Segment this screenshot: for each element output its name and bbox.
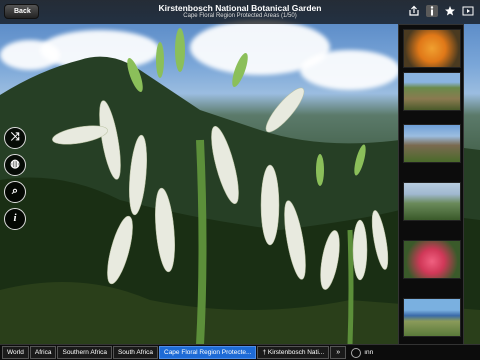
globe-icon[interactable]: ◍ <box>4 154 26 176</box>
thumbnail[interactable] <box>403 29 461 68</box>
share-icon[interactable] <box>408 5 420 17</box>
location-icon <box>351 347 362 358</box>
breadcrumb-world[interactable]: World <box>2 346 29 359</box>
breadcrumb-cape-floral-region[interactable]: Cape Floral Region Protecte... <box>159 346 257 359</box>
thumbnail[interactable] <box>403 72 461 111</box>
breadcrumb-kirstenbosch[interactable]: † Kirstenbosch Nati... <box>257 346 330 359</box>
thumbnail[interactable] <box>403 182 461 221</box>
thumbnail[interactable] <box>403 124 461 163</box>
back-button[interactable]: Back <box>4 4 39 19</box>
info-icon[interactable] <box>426 5 438 17</box>
top-icon-group <box>408 5 474 17</box>
favorite-star-icon[interactable] <box>444 5 456 17</box>
page-subtitle: Cape Floral Region Protected Areas (1/50… <box>183 13 297 19</box>
side-button-group: ⤨ ◍ ⌕ i <box>4 127 26 230</box>
more-breadcrumbs-button[interactable]: » <box>330 346 347 359</box>
breadcrumb-southern-africa[interactable]: Southern Africa <box>57 346 112 359</box>
breadcrumb-africa[interactable]: Africa <box>29 346 57 359</box>
breadcrumb-south-africa[interactable]: South Africa <box>112 346 158 359</box>
thumbnail[interactable] <box>403 240 461 279</box>
flower-stem <box>196 139 207 346</box>
thumbnail-strip[interactable] <box>398 24 464 348</box>
slideshow-icon[interactable] <box>462 5 474 17</box>
top-toolbar: Back Kirstenbosch National Botanical Gar… <box>0 0 480 24</box>
thumbnail[interactable] <box>403 298 461 337</box>
trailing-text: ınn <box>364 349 374 356</box>
page-title: Kirstenbosch National Botanical Garden <box>158 3 322 13</box>
breadcrumb: World Africa Southern Africa South Afric… <box>0 344 480 360</box>
flower-stem <box>347 229 354 346</box>
info-icon[interactable]: i <box>4 208 26 230</box>
search-icon[interactable]: ⌕ <box>4 181 26 203</box>
shuffle-icon[interactable]: ⤨ <box>4 127 26 149</box>
